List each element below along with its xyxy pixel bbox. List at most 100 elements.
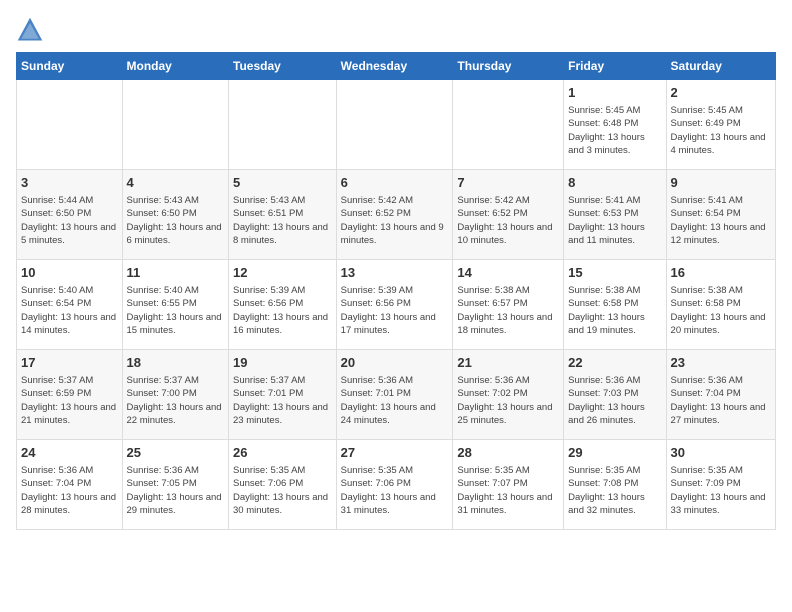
day-info: Sunrise: 5:38 AM Sunset: 6:58 PM Dayligh… (568, 284, 661, 337)
calendar-cell: 8Sunrise: 5:41 AM Sunset: 6:53 PM Daylig… (564, 170, 666, 260)
day-info: Sunrise: 5:35 AM Sunset: 7:06 PM Dayligh… (233, 464, 332, 517)
day-number: 29 (568, 444, 661, 462)
day-number: 19 (233, 354, 332, 372)
day-info: Sunrise: 5:43 AM Sunset: 6:51 PM Dayligh… (233, 194, 332, 247)
day-number: 10 (21, 264, 118, 282)
calendar-body: 1 Sunrise: 5:45 AM Sunset: 6:48 PM Daylig… (17, 80, 776, 530)
calendar-cell: 28 Sunrise: 5:35 AM Sunset: 7:07 PM Dayli… (453, 440, 564, 530)
day-info: Sunrise: 5:39 AM Sunset: 6:56 PM Dayligh… (341, 284, 449, 337)
day-info: Sunrise: 5:42 AM Sunset: 6:52 PM Dayligh… (457, 194, 559, 247)
week-row: 17 Sunrise: 5:37 AM Sunset: 6:59 PM Dayli… (17, 350, 776, 440)
day-info: Sunrise: 5:37 AM Sunset: 6:59 PM Dayligh… (21, 374, 118, 427)
day-info: Sunrise: 5:36 AM Sunset: 7:04 PM Dayligh… (21, 464, 118, 517)
day-number: 3 (21, 174, 118, 192)
calendar-cell: 27Sunrise: 5:35 AM Sunset: 7:06 PM Dayli… (336, 440, 453, 530)
day-info: Sunrise: 5:36 AM Sunset: 7:04 PM Dayligh… (671, 374, 771, 427)
calendar-cell (122, 80, 228, 170)
page-header (16, 16, 776, 44)
day-number: 25 (127, 444, 224, 462)
day-info: Sunrise: 5:38 AM Sunset: 6:58 PM Dayligh… (671, 284, 771, 337)
calendar-cell: 22 Sunrise: 5:36 AM Sunset: 7:03 PM Dayli… (564, 350, 666, 440)
day-number: 20 (341, 354, 449, 372)
day-number: 5 (233, 174, 332, 192)
weekday-header: Monday (122, 53, 228, 80)
day-info: Sunrise: 5:36 AM Sunset: 7:01 PM Dayligh… (341, 374, 449, 427)
calendar-cell: 15 Sunrise: 5:38 AM Sunset: 6:58 PM Dayli… (564, 260, 666, 350)
calendar-cell: 30 Sunrise: 5:35 AM Sunset: 7:09 PM Dayli… (666, 440, 775, 530)
day-number: 15 (568, 264, 661, 282)
calendar-cell: 1 Sunrise: 5:45 AM Sunset: 6:48 PM Daylig… (564, 80, 666, 170)
day-number: 28 (457, 444, 559, 462)
logo-icon (16, 16, 44, 44)
calendar-cell: 16 Sunrise: 5:38 AM Sunset: 6:58 PM Dayli… (666, 260, 775, 350)
calendar-cell: 5 Sunrise: 5:43 AM Sunset: 6:51 PM Daylig… (229, 170, 337, 260)
week-row: 1 Sunrise: 5:45 AM Sunset: 6:48 PM Daylig… (17, 80, 776, 170)
day-number: 16 (671, 264, 771, 282)
calendar-cell: 3 Sunrise: 5:44 AM Sunset: 6:50 PM Daylig… (17, 170, 123, 260)
day-info: Sunrise: 5:39 AM Sunset: 6:56 PM Dayligh… (233, 284, 332, 337)
day-info: Sunrise: 5:37 AM Sunset: 7:01 PM Dayligh… (233, 374, 332, 427)
day-number: 7 (457, 174, 559, 192)
day-info: Sunrise: 5:45 AM Sunset: 6:48 PM Dayligh… (568, 104, 661, 157)
day-info: Sunrise: 5:35 AM Sunset: 7:07 PM Dayligh… (457, 464, 559, 517)
weekday-header: Tuesday (229, 53, 337, 80)
calendar-cell: 21Sunrise: 5:36 AM Sunset: 7:02 PM Dayli… (453, 350, 564, 440)
calendar-cell: 2Sunrise: 5:45 AM Sunset: 6:49 PM Daylig… (666, 80, 775, 170)
day-number: 17 (21, 354, 118, 372)
weekday-header: Saturday (666, 53, 775, 80)
week-row: 10Sunrise: 5:40 AM Sunset: 6:54 PM Dayli… (17, 260, 776, 350)
day-info: Sunrise: 5:42 AM Sunset: 6:52 PM Dayligh… (341, 194, 449, 247)
day-number: 6 (341, 174, 449, 192)
calendar-cell (229, 80, 337, 170)
calendar-cell: 19 Sunrise: 5:37 AM Sunset: 7:01 PM Dayli… (229, 350, 337, 440)
day-number: 12 (233, 264, 332, 282)
day-info: Sunrise: 5:36 AM Sunset: 7:02 PM Dayligh… (457, 374, 559, 427)
day-info: Sunrise: 5:43 AM Sunset: 6:50 PM Dayligh… (127, 194, 224, 247)
day-info: Sunrise: 5:41 AM Sunset: 6:54 PM Dayligh… (671, 194, 771, 247)
day-number: 24 (21, 444, 118, 462)
day-number: 13 (341, 264, 449, 282)
day-info: Sunrise: 5:45 AM Sunset: 6:49 PM Dayligh… (671, 104, 771, 157)
calendar-cell: 9Sunrise: 5:41 AM Sunset: 6:54 PM Daylig… (666, 170, 775, 260)
calendar-cell: 17 Sunrise: 5:37 AM Sunset: 6:59 PM Dayli… (17, 350, 123, 440)
header-row: SundayMondayTuesdayWednesdayThursdayFrid… (17, 53, 776, 80)
calendar-cell: 4 Sunrise: 5:43 AM Sunset: 6:50 PM Daylig… (122, 170, 228, 260)
calendar-cell (336, 80, 453, 170)
day-number: 11 (127, 264, 224, 282)
calendar-cell: 23 Sunrise: 5:36 AM Sunset: 7:04 PM Dayli… (666, 350, 775, 440)
calendar-cell: 24 Sunrise: 5:36 AM Sunset: 7:04 PM Dayli… (17, 440, 123, 530)
calendar-cell: 26 Sunrise: 5:35 AM Sunset: 7:06 PM Dayli… (229, 440, 337, 530)
calendar-cell: 7 Sunrise: 5:42 AM Sunset: 6:52 PM Daylig… (453, 170, 564, 260)
day-info: Sunrise: 5:44 AM Sunset: 6:50 PM Dayligh… (21, 194, 118, 247)
day-info: Sunrise: 5:36 AM Sunset: 7:03 PM Dayligh… (568, 374, 661, 427)
calendar-cell: 11 Sunrise: 5:40 AM Sunset: 6:55 PM Dayli… (122, 260, 228, 350)
day-number: 30 (671, 444, 771, 462)
calendar-cell: 29Sunrise: 5:35 AM Sunset: 7:08 PM Dayli… (564, 440, 666, 530)
logo (16, 16, 48, 44)
calendar-table: SundayMondayTuesdayWednesdayThursdayFrid… (16, 52, 776, 530)
calendar-cell: 20 Sunrise: 5:36 AM Sunset: 7:01 PM Dayli… (336, 350, 453, 440)
day-number: 18 (127, 354, 224, 372)
week-row: 24 Sunrise: 5:36 AM Sunset: 7:04 PM Dayli… (17, 440, 776, 530)
weekday-header: Wednesday (336, 53, 453, 80)
day-number: 22 (568, 354, 661, 372)
calendar-cell: 25Sunrise: 5:36 AM Sunset: 7:05 PM Dayli… (122, 440, 228, 530)
day-info: Sunrise: 5:35 AM Sunset: 7:09 PM Dayligh… (671, 464, 771, 517)
day-number: 26 (233, 444, 332, 462)
calendar-cell (453, 80, 564, 170)
weekday-header: Friday (564, 53, 666, 80)
calendar-cell (17, 80, 123, 170)
calendar-header: SundayMondayTuesdayWednesdayThursdayFrid… (17, 53, 776, 80)
calendar-cell: 14Sunrise: 5:38 AM Sunset: 6:57 PM Dayli… (453, 260, 564, 350)
day-number: 23 (671, 354, 771, 372)
day-number: 27 (341, 444, 449, 462)
day-number: 4 (127, 174, 224, 192)
weekday-header: Thursday (453, 53, 564, 80)
calendar-cell: 13 Sunrise: 5:39 AM Sunset: 6:56 PM Dayli… (336, 260, 453, 350)
day-info: Sunrise: 5:38 AM Sunset: 6:57 PM Dayligh… (457, 284, 559, 337)
day-info: Sunrise: 5:37 AM Sunset: 7:00 PM Dayligh… (127, 374, 224, 427)
day-number: 8 (568, 174, 661, 192)
day-info: Sunrise: 5:40 AM Sunset: 6:55 PM Dayligh… (127, 284, 224, 337)
day-number: 1 (568, 84, 661, 102)
week-row: 3 Sunrise: 5:44 AM Sunset: 6:50 PM Daylig… (17, 170, 776, 260)
